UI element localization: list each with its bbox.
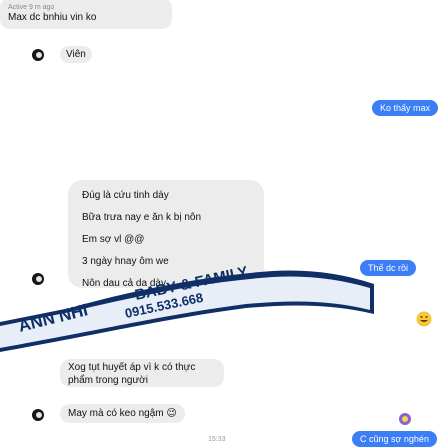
sent-message-bubble: Ko thấy max (372, 100, 439, 116)
active-status: Active 9 m ago (8, 4, 55, 11)
message-bubble: Viên (60, 46, 92, 63)
message-line: Đúg là cứu tinh dáy (82, 190, 169, 201)
avatar[interactable] (32, 409, 44, 421)
preview-text: Max dc bnhiu vin ko (8, 12, 97, 23)
sent-message-bubble: C cũng sợ nghén (352, 431, 437, 447)
message-line: Xog tụt huyết áp vì k có thực (68, 362, 196, 373)
message-line: Bữa trưa nay e ăn k bị nôn (82, 212, 202, 223)
message-text: Viên (66, 49, 86, 60)
message-line: phẩm trong người (68, 375, 148, 386)
message-bubble: Xog tụt huyết áp vì k có thực phẩm trong… (60, 359, 224, 387)
message-preview-bubble: Active 9 m ago Max dc bnhiu vin ko (0, 0, 172, 29)
message-text: Thế dc rồi (368, 263, 409, 273)
message-line: Em sợ vl @@ (82, 234, 145, 245)
sent-message-bubble: Thế dc rồi (360, 260, 417, 276)
emoji-sticker-icon (399, 413, 411, 425)
avatar[interactable] (32, 49, 44, 61)
grinning-emoji-icon (416, 311, 432, 327)
message-text: Ko thấy max (380, 103, 431, 113)
message-text: May mà có keo ngậm 😉 (68, 408, 177, 419)
message-text: C cũng sợ nghén (360, 434, 429, 444)
timestamp: 15:33 (208, 436, 226, 443)
message-bubble: May mà có keo ngậm 😉 (60, 404, 185, 423)
